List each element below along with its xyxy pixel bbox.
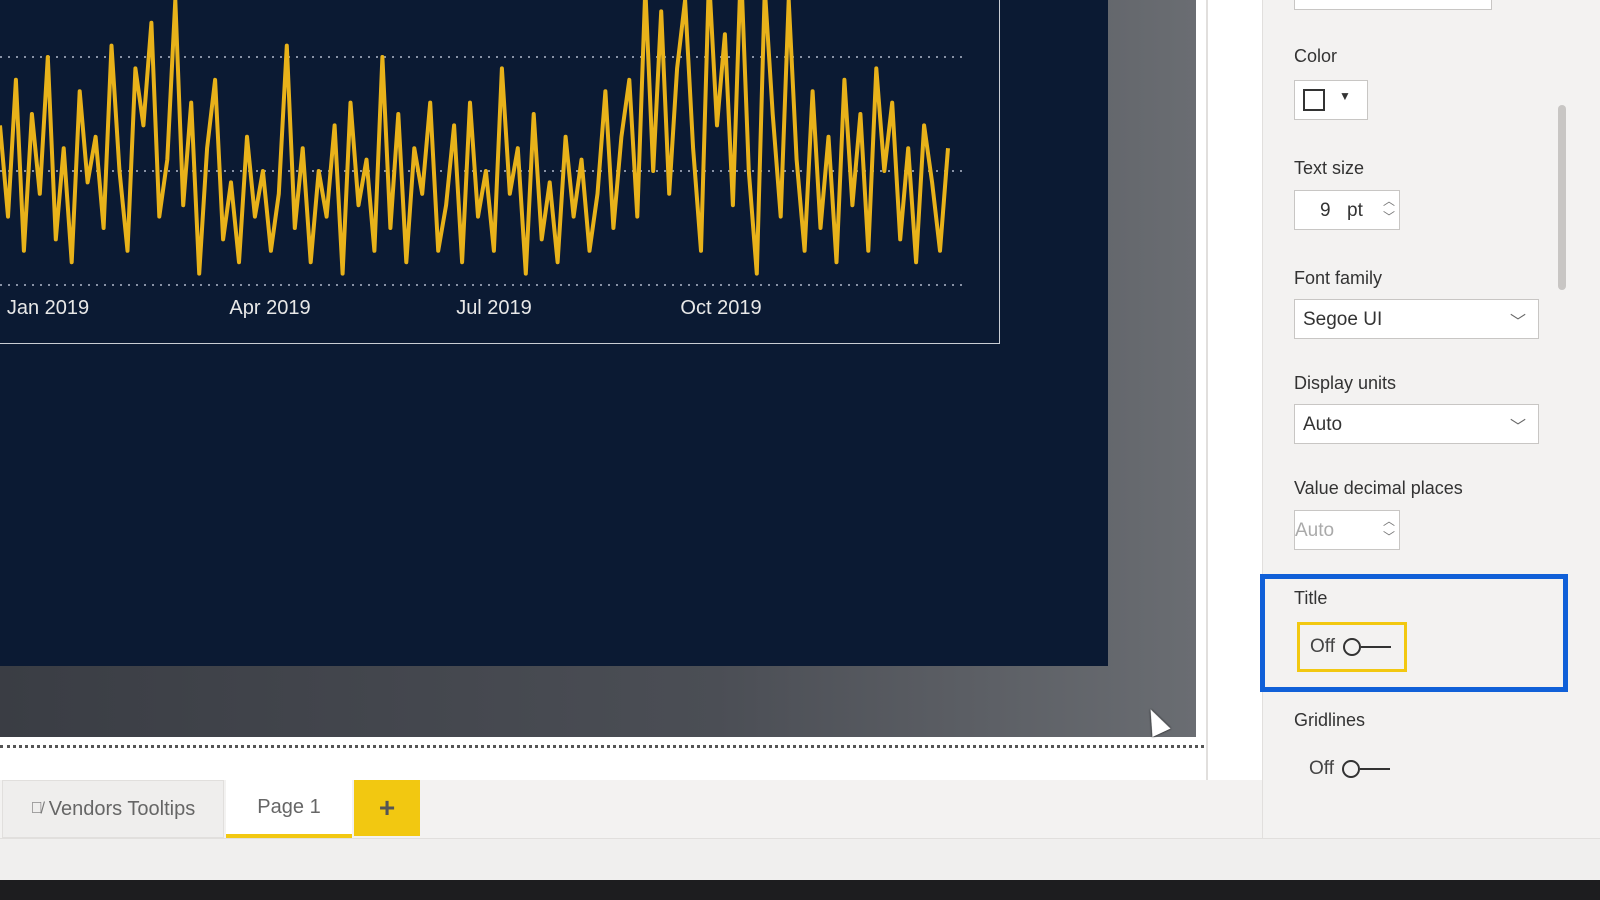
x-tick-label: Jul 2019 [456, 297, 532, 319]
chevron-down-icon: ﹀ [1509, 419, 1526, 436]
tab-vendors-tooltips[interactable]: 👁̸ Vendors Tooltips [2, 780, 224, 838]
font-family-value: Segoe UI [1303, 309, 1383, 330]
x-tick-label: Apr 2019 [229, 297, 311, 319]
text-size-unit: pt [1347, 200, 1363, 221]
format-pane: Color ▼ Text size 9 pt ︿ ﹀ Font family Se… [1262, 0, 1600, 880]
x-tick-label: Jan 2019 [6, 297, 90, 319]
gridlines-toggle-state: Off [1309, 758, 1334, 779]
font-family-label: Font family [1294, 268, 1383, 288]
tab-label: Page 1 [257, 795, 321, 818]
color-picker[interactable]: ▼ [1294, 80, 1368, 120]
visual-selection-border[interactable] [0, 0, 1000, 344]
previous-field[interactable] [1294, 0, 1492, 10]
add-page-button[interactable]: + [354, 780, 420, 836]
taskbar-edge [0, 880, 1600, 900]
gridlines-label: Gridlines [1294, 710, 1366, 730]
decimal-places-label: Value decimal places [1294, 478, 1463, 498]
toggle-knob-icon [1342, 760, 1360, 778]
x-tick-label: Oct 2019 [680, 297, 762, 319]
gridlines-toggle[interactable]: Off [1309, 758, 1390, 780]
status-bar [0, 838, 1600, 880]
text-size-stepper[interactable]: 9 pt ︿ ﹀ [1294, 190, 1400, 230]
spin-arrows-icon[interactable]: ︿ ﹀ [1383, 513, 1395, 545]
decimal-places-placeholder: Auto [1295, 520, 1335, 541]
font-family-dropdown[interactable]: Segoe UI ﹀ [1294, 299, 1539, 339]
text-size-label: Text size [1294, 158, 1365, 178]
chevron-down-icon: ﹀ [1509, 314, 1526, 331]
tab-label: Vendors Tooltips [48, 797, 196, 820]
hidden-eye-icon: 👁̸ [30, 800, 43, 817]
report-page: Jan 2019 Apr 2019 Jul 2019 Oct 2019 [0, 0, 1108, 666]
format-pane-scrollbar[interactable] [1558, 105, 1566, 290]
decimal-places-stepper[interactable]: Auto ︿ ﹀ [1294, 510, 1400, 550]
display-units-label: Display units [1294, 373, 1397, 393]
pane-divider[interactable] [1206, 0, 1208, 780]
tab-page-1[interactable]: Page 1 [226, 780, 352, 838]
spin-arrows-icon[interactable]: ︿ ﹀ [1383, 193, 1395, 225]
text-size-value: 9 [1320, 200, 1331, 221]
color-label: Color [1294, 46, 1338, 66]
highlight-box [1260, 574, 1568, 692]
display-units-dropdown[interactable]: Auto ﹀ [1294, 404, 1539, 444]
display-units-value: Auto [1303, 414, 1343, 435]
page-boundary [0, 745, 1204, 748]
color-swatch-icon [1303, 89, 1325, 111]
caret-down-icon: ▼ [1339, 89, 1351, 103]
plus-icon: + [378, 792, 396, 823]
